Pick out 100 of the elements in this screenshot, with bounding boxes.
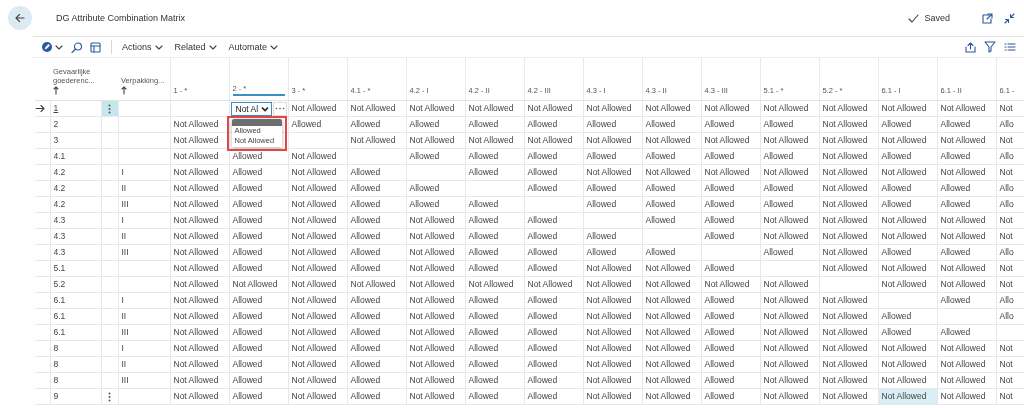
table-cell: Not Allowed <box>288 324 347 341</box>
menu-button[interactable]: Actions <box>122 39 163 55</box>
table-cell: Not Allowed <box>583 388 642 405</box>
open-new-window-button[interactable] <box>980 11 994 25</box>
table-cell: Not Allowed <box>760 132 819 149</box>
table-cell: Not Allowed <box>878 228 937 245</box>
table-cell: Not Allowed <box>170 260 229 277</box>
table-cell: Allowed <box>701 116 760 133</box>
table-cell: Allowed <box>465 116 524 133</box>
collapse-icon <box>1003 12 1015 24</box>
table-cell: Allowed <box>583 116 642 133</box>
table-cell: Not Allowed <box>170 324 229 341</box>
table-cell: Allowed <box>465 292 524 309</box>
table-cell: Not Allowed <box>878 100 937 117</box>
table-cell: Allowed <box>465 244 524 261</box>
table-cell: Not Allowed <box>642 372 701 389</box>
menu-button[interactable]: Related <box>174 39 217 55</box>
table-cell: Allowed <box>524 180 583 197</box>
layout-button[interactable] <box>90 39 101 55</box>
table-cell: Not Allowed <box>288 308 347 325</box>
menu-button[interactable]: Automate <box>228 39 279 55</box>
table-cell: 4.2 <box>50 164 101 181</box>
table-cell: Not Allowed <box>170 116 229 133</box>
table-cell: Not Allowed <box>465 100 524 117</box>
table-cell: Not Allowed <box>819 228 878 245</box>
search-button[interactable] <box>71 39 82 55</box>
table-cell: Not Allowed <box>288 372 347 389</box>
table-cell: Not Allowed <box>819 100 878 117</box>
table-cell: Allowed <box>229 148 288 165</box>
table-cell: Not Allowed <box>878 132 937 149</box>
table-cell: Not Allowed <box>170 388 229 405</box>
table-cell: Allowed <box>229 164 288 181</box>
table-cell: Not Allowed <box>760 212 819 229</box>
dots-icon <box>274 107 285 110</box>
table-cell: Not Allowed <box>760 308 819 325</box>
table-cell: Not Allowed <box>760 292 819 309</box>
table-cell: Allowed <box>347 228 406 245</box>
edit-mode-button[interactable] <box>41 39 63 55</box>
list-icon <box>1004 42 1016 52</box>
table-cell: Not Allowed <box>583 324 642 341</box>
table-cell: Allowed <box>937 292 996 309</box>
share-button[interactable] <box>965 39 976 55</box>
table-cell: Not Allowed <box>937 100 996 117</box>
table-cell: Not Allowed <box>524 132 583 149</box>
table-cell: Allowed <box>701 212 760 229</box>
table-cell: Allowed <box>642 244 701 261</box>
value-dropdown[interactable]: Not Al <box>230 101 273 116</box>
table-cell: Allowed <box>406 180 465 197</box>
table-cell: Allowed <box>229 388 288 405</box>
empty-option[interactable] <box>231 119 282 126</box>
table-cell: Allowed <box>229 340 288 357</box>
table-cell: Not Allowed <box>288 340 347 357</box>
table-cell: Not Allowed <box>819 292 878 309</box>
table-cell: Allowed <box>878 324 937 341</box>
table-cell: Not Allowed <box>819 340 878 357</box>
table-cell: Not Allowed <box>288 212 347 229</box>
table-cell: Not Allowed <box>701 100 760 117</box>
table-cell: Allowed <box>760 244 819 261</box>
table-cell: Not Allowed <box>583 164 642 181</box>
table-cell: 8 <box>50 356 101 373</box>
table-cell: Not Allowed <box>819 260 878 277</box>
table-cell: 2 <box>50 116 101 133</box>
table-cell: Not Allowed <box>288 164 347 181</box>
table-cell: Not Allowed <box>642 324 701 341</box>
table-cell: Allowed <box>229 196 288 213</box>
table-cell: 6.1 <box>50 324 101 341</box>
table-cell: Allowed <box>937 244 996 261</box>
table-cell: III <box>118 196 170 213</box>
table-cell: Not Allowed <box>642 100 701 117</box>
table-cell: Not Allowed <box>406 212 465 229</box>
table-cell: Not Allowed <box>642 276 701 293</box>
table-cell: Not Allowed <box>937 372 996 389</box>
table-cell: Not Allowed <box>170 340 229 357</box>
table-cell: 8 <box>50 372 101 389</box>
back-button[interactable] <box>8 6 32 30</box>
table-cell: 3 <box>50 132 101 149</box>
collapse-button[interactable] <box>1002 11 1016 25</box>
table-cell: Not Allowed <box>937 340 996 357</box>
table-cell: Allowed <box>760 196 819 213</box>
table-cell: Allowed <box>229 180 288 197</box>
table-cell: Not Allowed <box>583 308 642 325</box>
table-cell: Allowed <box>642 148 701 165</box>
table-cell: Not Allowed <box>819 308 878 325</box>
table-cell: Allowed <box>701 196 760 213</box>
table-cell: Not Allowed <box>760 324 819 341</box>
table-cell: Not Allowed <box>642 388 701 405</box>
table-cell: Not Allowed <box>288 228 347 245</box>
table-cell: Not Allowed <box>347 100 406 117</box>
table-cell: Not Allowed <box>819 148 878 165</box>
filter-button[interactable] <box>984 39 996 55</box>
table-cell: Allowed <box>347 324 406 341</box>
table-cell: 4.3 <box>50 244 101 261</box>
table-cell: Not Allowed <box>937 260 996 277</box>
pencil-icon <box>41 41 53 53</box>
table-cell: Not Allowed <box>878 356 937 373</box>
table-cell: Not Allowed <box>170 372 229 389</box>
table-cell: Allowed <box>937 180 996 197</box>
table-cell: 4.3 <box>50 212 101 229</box>
table-cell: Not Allowed <box>819 388 878 405</box>
table-cell: Not Allowed <box>465 276 524 293</box>
